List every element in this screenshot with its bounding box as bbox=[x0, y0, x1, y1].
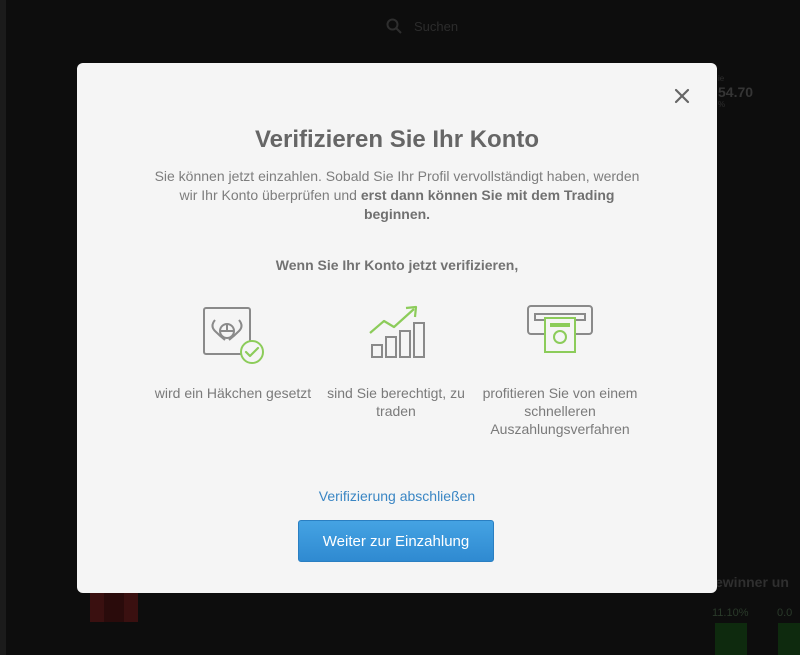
modal-title: Verifizieren Sie Ihr Konto bbox=[254, 126, 540, 153]
search-icon bbox=[386, 18, 402, 34]
left-sidebar bbox=[0, 0, 6, 655]
ticker-card[interactable]: ie 54.70 % bbox=[718, 74, 753, 110]
benefit-caption: profitieren Sie von einem schnelleren Au… bbox=[482, 385, 638, 437]
search-placeholder: Suchen bbox=[414, 18, 459, 34]
stat-bar bbox=[715, 623, 747, 655]
stat-bar bbox=[778, 623, 800, 655]
ticker-label: ie bbox=[718, 74, 725, 83]
intro-bold-text: erst dann können Sie mit dem Trading beg… bbox=[360, 187, 615, 222]
modal-intro: Sie können jetzt einzahlen. Sobald Sie I… bbox=[147, 167, 647, 224]
growth-chart-icon bbox=[369, 305, 425, 358]
benefit-item: wird ein Häkchen gesetzt bbox=[148, 303, 318, 402]
complete-verification-link[interactable]: Verifizierung abschließen bbox=[77, 488, 717, 504]
ticker-change: % bbox=[718, 100, 726, 109]
verify-account-modal: Verifizieren Sie Ihr Konto Sie können je… bbox=[77, 63, 717, 593]
benefit-item: profitieren Sie von einem schnelleren Au… bbox=[475, 303, 645, 438]
ticker-price: 54.70 bbox=[718, 84, 754, 100]
stat-value: 11.10% bbox=[712, 607, 749, 619]
continue-to-deposit-button[interactable]: Weiter zur Einzahlung bbox=[298, 520, 494, 562]
background-thumbnail bbox=[90, 592, 138, 622]
benefit-caption: wird ein Häkchen gesetzt bbox=[154, 385, 312, 401]
close-button[interactable] bbox=[671, 85, 693, 107]
winners-section-title: ewinner un bbox=[715, 574, 789, 590]
benefit-caption: sind Sie berechtigt, zu traden bbox=[327, 385, 465, 419]
benefits-heading: Wenn Sie Ihr Konto jetzt verifizieren, bbox=[275, 257, 519, 273]
benefit-item: sind Sie berechtigt, zu traden bbox=[311, 303, 481, 420]
search-bar[interactable]: Suchen bbox=[386, 18, 458, 34]
stat-value: 0.0 bbox=[777, 607, 793, 619]
verified-checkmark-icon bbox=[203, 307, 264, 364]
cash-withdrawal-icon bbox=[527, 305, 593, 353]
close-icon bbox=[674, 88, 690, 104]
